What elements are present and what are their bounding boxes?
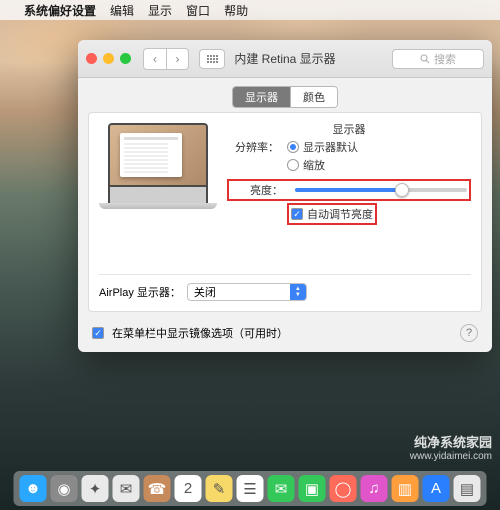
search-icon: [420, 54, 430, 64]
dock-icon-itunes[interactable]: ♫: [361, 475, 388, 502]
auto-brightness-checkbox[interactable]: [291, 208, 303, 220]
dock-icon-safari[interactable]: ✦: [82, 475, 109, 502]
section-heading: 显示器: [227, 121, 471, 137]
menubar-item-edit[interactable]: 编辑: [110, 2, 134, 19]
help-button[interactable]: ?: [460, 324, 478, 342]
mirror-checkbox-label: 在菜单栏中显示镜像选项（可用时）: [112, 325, 288, 341]
dock: ☻◉✦✉☎2✎☰✉▣◯♫▥A▤: [14, 471, 487, 506]
mirror-checkbox[interactable]: [92, 327, 104, 339]
dock-icon-facetime[interactable]: ▣: [299, 475, 326, 502]
brightness-row-highlight: 亮度：: [227, 179, 471, 201]
select-arrows-icon: ▲▼: [290, 284, 306, 300]
dock-icon-finder[interactable]: ☻: [20, 475, 47, 502]
menubar-app[interactable]: 系统偏好设置: [24, 2, 96, 19]
dock-icon-contacts[interactable]: ☎: [144, 475, 171, 502]
menubar-item-help[interactable]: 帮助: [224, 2, 248, 19]
forward-button[interactable]: ›: [166, 49, 188, 69]
brightness-slider[interactable]: [295, 188, 467, 192]
radio-scaled-label: 缩放: [303, 157, 325, 173]
dock-icon-ibooks[interactable]: ▥: [392, 475, 419, 502]
resolution-label: 分辨率：: [227, 139, 287, 155]
search-input[interactable]: 搜索: [392, 49, 484, 69]
dock-icon-appstore[interactable]: A: [423, 475, 450, 502]
dock-icon-photobooth[interactable]: ◯: [330, 475, 357, 502]
tab-display[interactable]: 显示器: [233, 87, 290, 107]
dock-icon-launchpad[interactable]: ◉: [51, 475, 78, 502]
dock-icon-mail[interactable]: ✉: [113, 475, 140, 502]
watermark: 纯净系统家园 www.yidaimei.com: [410, 432, 492, 462]
zoom-button[interactable]: [120, 53, 131, 64]
titlebar: ‹ › 内建 Retina 显示器 搜索: [78, 40, 492, 78]
menubar-item-window[interactable]: 窗口: [186, 2, 210, 19]
tab-color[interactable]: 颜色: [290, 87, 337, 107]
radio-default[interactable]: [287, 141, 299, 153]
brightness-slider-knob[interactable]: [395, 183, 409, 197]
radio-scaled[interactable]: [287, 159, 299, 171]
dock-icon-calendar[interactable]: 2: [175, 475, 202, 502]
auto-brightness-label: 自动调节亮度: [307, 206, 373, 222]
settings-panel: 显示器 分辨率： 显示器默认 缩放 亮度：: [88, 112, 482, 312]
airplay-select[interactable]: 关闭 ▲▼: [187, 283, 307, 301]
minimize-button[interactable]: [103, 53, 114, 64]
dock-icon-preview[interactable]: ▤: [454, 475, 481, 502]
tab-row: 显示器 颜色: [78, 78, 492, 112]
displays-window: ‹ › 内建 Retina 显示器 搜索 显示器 颜色: [78, 40, 492, 352]
show-all-button[interactable]: [199, 49, 225, 69]
dock-icon-reminders[interactable]: ☰: [237, 475, 264, 502]
dock-icon-notes[interactable]: ✎: [206, 475, 233, 502]
dock-icon-messages[interactable]: ✉: [268, 475, 295, 502]
menubar: 系统偏好设置 编辑 显示 窗口 帮助: [0, 0, 500, 20]
brightness-label: 亮度：: [231, 182, 291, 198]
radio-default-label: 显示器默认: [303, 139, 358, 155]
airplay-label: AirPlay 显示器：: [99, 284, 181, 300]
menubar-item-view[interactable]: 显示: [148, 2, 172, 19]
back-button[interactable]: ‹: [144, 49, 166, 69]
close-button[interactable]: [86, 53, 97, 64]
display-preview: [99, 123, 217, 227]
